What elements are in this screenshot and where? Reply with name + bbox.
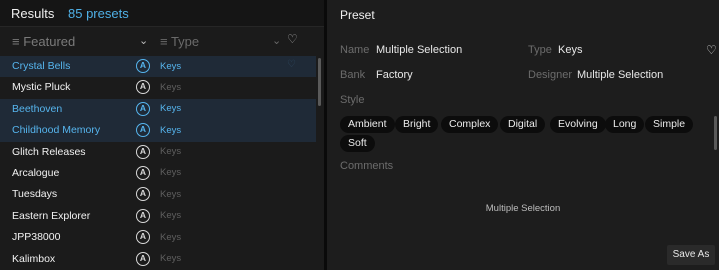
preset-type: Keys xyxy=(160,231,182,243)
style-tag[interactable]: Soft xyxy=(340,135,375,152)
bank-label: Bank xyxy=(340,69,366,81)
designer-label: Designer xyxy=(528,69,573,81)
favorites-filter-heart-icon[interactable]: ♡ xyxy=(287,32,298,46)
style-tag[interactable]: Evolving xyxy=(550,116,606,133)
preset-row[interactable]: Mystic Pluck A Keys xyxy=(0,77,316,98)
preset-row[interactable]: Glitch Releases A Keys xyxy=(0,142,316,163)
results-header: Results 85 presets xyxy=(0,0,324,27)
preset-name: Tuesdays xyxy=(12,188,58,201)
arturia-logo-icon: A xyxy=(136,251,150,266)
featured-sort-header[interactable]: ≡ Featured xyxy=(12,34,75,49)
name-label: Name xyxy=(340,44,370,56)
preset-type: Keys xyxy=(160,124,182,136)
style-tag[interactable]: Ambient xyxy=(340,116,395,133)
preset-type: Keys xyxy=(160,60,182,72)
preset-type: Keys xyxy=(160,188,182,200)
preset-name: Eastern Explorer xyxy=(12,209,91,222)
comments-value[interactable]: Multiple Selection xyxy=(327,203,719,214)
style-tag[interactable]: Simple xyxy=(645,116,694,133)
favorite-heart-icon[interactable]: ♡ xyxy=(706,43,717,57)
preset-row[interactable]: Arcalogue A Keys xyxy=(0,163,316,184)
style-label: Style xyxy=(340,94,365,106)
preset-name: Mystic Pluck xyxy=(12,81,71,94)
column-header: ≡ Featured ⌄ ≡ Type ⌄ ♡ xyxy=(0,28,324,54)
results-count: 85 presets xyxy=(68,6,129,21)
results-panel: Results 85 presets ≡ Featured ⌄ ≡ Type ⌄… xyxy=(0,0,324,270)
preset-row[interactable]: Eastern Explorer A Keys xyxy=(0,206,316,227)
arturia-logo-icon: A xyxy=(136,165,150,180)
preset-name: Kalimbox xyxy=(12,252,56,265)
preset-name: JPP38000 xyxy=(12,231,61,244)
arturia-logo-icon: A xyxy=(136,59,150,73)
comments-label: Comments xyxy=(340,160,394,172)
preset-type: Keys xyxy=(160,81,182,93)
preset-type: Keys xyxy=(160,210,182,222)
preset-row[interactable]: JPP38000 A Keys xyxy=(0,227,316,248)
preset-panel-title: Preset xyxy=(340,8,375,22)
heart-icon[interactable]: ♡ xyxy=(287,59,296,70)
type-value[interactable]: Keys xyxy=(558,44,582,56)
bank-value[interactable]: Factory xyxy=(376,69,413,81)
preset-row[interactable]: Kalimbox A Keys xyxy=(0,249,316,270)
style-tag[interactable]: Long xyxy=(605,116,645,133)
preset-type: Keys xyxy=(160,167,182,179)
preset-row[interactable]: Childhood Memory A Keys xyxy=(0,120,316,142)
style-tag[interactable]: Bright xyxy=(395,116,439,133)
preset-name: Childhood Memory xyxy=(12,124,101,137)
arturia-logo-icon: A xyxy=(136,80,150,95)
preset-type: Keys xyxy=(160,146,182,158)
arturia-logo-icon: A xyxy=(136,230,150,245)
designer-value[interactable]: Multiple Selection xyxy=(577,69,663,81)
type-sort-header[interactable]: ≡ Type xyxy=(160,34,199,49)
chevron-down-icon[interactable]: ⌄ xyxy=(139,34,148,47)
preset-panel-scrollbar[interactable] xyxy=(714,116,717,150)
preset-name: Beethoven xyxy=(12,102,63,115)
preset-row[interactable]: Beethoven A Keys xyxy=(0,98,316,121)
style-tag[interactable]: Digital xyxy=(500,116,546,133)
arturia-logo-icon: A xyxy=(136,123,150,138)
preset-name: Arcalogue xyxy=(12,166,60,179)
arturia-logo-icon: A xyxy=(136,187,150,202)
chevron-down-icon[interactable]: ⌄ xyxy=(272,34,281,47)
preset-row[interactable]: Tuesdays A Keys xyxy=(0,184,316,205)
arturia-logo-icon: A xyxy=(136,144,150,159)
preset-type: Keys xyxy=(160,253,182,265)
arturia-logo-icon: A xyxy=(136,208,150,223)
type-label: Type xyxy=(528,44,552,56)
preset-type: Keys xyxy=(160,103,182,115)
preset-name: Crystal Bells xyxy=(12,60,71,72)
preset-name: Glitch Releases xyxy=(12,145,86,158)
save-as-button[interactable]: Save As xyxy=(667,245,715,265)
preset-row[interactable]: Crystal Bells A Keys ♡ xyxy=(0,56,316,78)
style-tag[interactable]: Complex xyxy=(441,116,499,133)
arturia-logo-icon: A xyxy=(136,101,150,116)
results-label: Results xyxy=(11,6,55,21)
preset-panel: Preset Name Multiple Selection Type Keys… xyxy=(327,0,719,270)
name-value[interactable]: Multiple Selection xyxy=(376,44,462,56)
preset-list: Crystal Bells A Keys ♡ Mystic Pluck A Keys Beet… xyxy=(0,56,316,270)
preset-list-scrollbar[interactable] xyxy=(318,58,321,106)
